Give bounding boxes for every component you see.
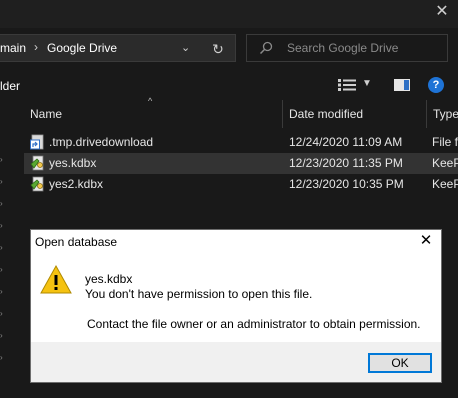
search-box[interactable]: Search Google Drive bbox=[246, 34, 448, 62]
address-dropdown-icon[interactable]: ⌄ bbox=[181, 41, 190, 54]
folder-shortcut-icon bbox=[30, 134, 44, 150]
file-name: .tmp.drivedownload bbox=[49, 135, 154, 149]
sort-ascending-icon: ^ bbox=[148, 96, 153, 106]
dialog-footer: OK bbox=[31, 342, 441, 382]
window-title-bar: ✕ bbox=[0, 0, 458, 28]
nav-expand-icon[interactable]: › bbox=[0, 288, 6, 296]
view-dropdown-icon[interactable]: ▼ bbox=[362, 78, 372, 89]
ok-button[interactable]: OK bbox=[368, 353, 432, 373]
search-input[interactable]: Search Google Drive bbox=[287, 41, 398, 55]
dialog-hint: Contact the file owner or an administrat… bbox=[87, 317, 421, 331]
column-header-type[interactable]: Type bbox=[433, 100, 458, 128]
dialog-body: yes.kdbx You don't have permission to op… bbox=[31, 254, 441, 342]
window-close-button[interactable]: ✕ bbox=[434, 4, 450, 20]
warning-icon bbox=[40, 264, 72, 294]
file-row-selected[interactable]: yes.kdbx 12/23/2020 11:35 PM KeeP bbox=[24, 153, 458, 174]
nav-expand-icon[interactable]: › bbox=[0, 244, 6, 252]
file-type: KeeP bbox=[432, 156, 458, 170]
view-options-icon[interactable] bbox=[338, 79, 356, 91]
breadcrumb-item-parent[interactable]: main bbox=[0, 41, 26, 55]
nav-expand-icon[interactable]: › bbox=[0, 332, 6, 340]
file-name: yes2.kdbx bbox=[49, 177, 104, 191]
file-row[interactable]: .tmp.drivedownload 12/24/2020 11:09 AM F… bbox=[24, 132, 458, 153]
nav-expand-icon[interactable]: › bbox=[0, 222, 6, 230]
file-date: 12/23/2020 11:35 PM bbox=[289, 156, 403, 170]
toolbar: lder ▼ ? bbox=[0, 72, 458, 100]
dialog-message: You don't have permission to open this f… bbox=[85, 287, 313, 301]
nav-expand-icon[interactable]: › bbox=[0, 310, 6, 318]
preview-pane-icon[interactable] bbox=[394, 79, 410, 91]
help-icon[interactable]: ? bbox=[428, 77, 444, 93]
keepass-file-icon bbox=[30, 155, 44, 171]
dialog-title-bar[interactable]: Open database ✕ bbox=[31, 230, 441, 254]
column-divider[interactable] bbox=[282, 100, 283, 128]
address-bar[interactable]: main › Google Drive ⌄ ↻ bbox=[0, 34, 236, 62]
pane-label[interactable]: lder bbox=[0, 79, 20, 93]
breadcrumb-item-current[interactable]: Google Drive bbox=[47, 41, 117, 55]
file-name: yes.kdbx bbox=[49, 156, 97, 170]
dialog-filename: yes.kdbx bbox=[85, 272, 133, 286]
nav-expand-icon[interactable]: › bbox=[0, 178, 6, 186]
dialog-title: Open database bbox=[35, 235, 118, 249]
nav-expand-icon[interactable]: › bbox=[0, 354, 6, 362]
nav-expand-icon[interactable]: › bbox=[0, 156, 6, 164]
column-divider[interactable] bbox=[426, 100, 427, 128]
navigation-pane: › › › › › › › › › › bbox=[0, 132, 8, 398]
refresh-button[interactable]: ↻ bbox=[204, 37, 232, 61]
nav-expand-icon[interactable]: › bbox=[0, 200, 6, 208]
open-database-dialog: Open database ✕ yes.kdbx You don't have … bbox=[30, 229, 442, 383]
dialog-close-button[interactable]: ✕ bbox=[417, 232, 435, 250]
search-icon bbox=[259, 41, 273, 55]
column-header-name[interactable]: Name bbox=[30, 100, 62, 128]
file-type: File f bbox=[432, 135, 458, 149]
address-row: main › Google Drive ⌄ ↻ Search Google Dr… bbox=[0, 32, 458, 64]
keepass-file-icon bbox=[30, 176, 44, 192]
column-header-date-modified[interactable]: Date modified bbox=[289, 100, 363, 128]
file-date: 12/24/2020 11:09 AM bbox=[289, 135, 403, 149]
file-type: KeeP bbox=[432, 177, 458, 191]
file-date: 12/23/2020 10:35 PM bbox=[289, 177, 404, 191]
file-row[interactable]: yes2.kdbx 12/23/2020 10:35 PM KeeP bbox=[24, 174, 458, 195]
nav-expand-icon[interactable]: › bbox=[0, 266, 6, 274]
breadcrumb-separator-icon[interactable]: › bbox=[34, 40, 38, 54]
